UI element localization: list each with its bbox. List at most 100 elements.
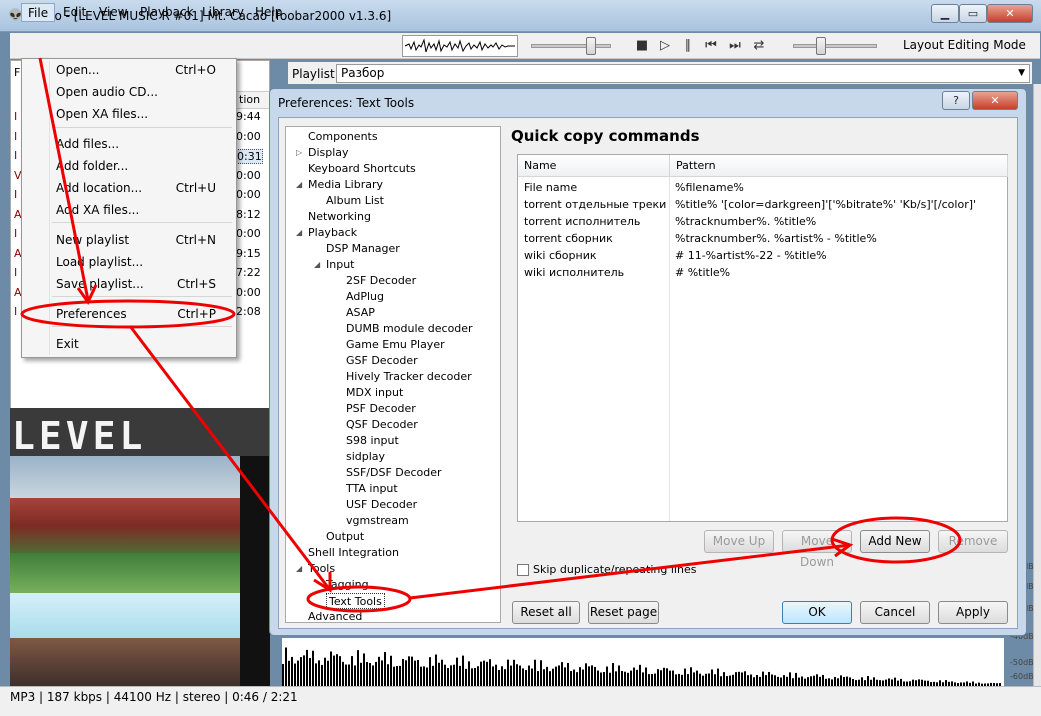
random-icon[interactable]: ⇄ [751,38,767,54]
help-button[interactable]: ? [942,91,970,110]
tree-item[interactable]: Media Library [308,177,383,193]
tree-item[interactable]: PSF Decoder [346,401,416,417]
menu-playback[interactable]: Playback [134,3,200,22]
tree-item[interactable]: DSP Manager [326,241,400,257]
ok-button[interactable]: OK [782,601,852,624]
track-duration[interactable]: 9:44 [236,110,261,123]
tree-item[interactable]: Components [308,129,378,145]
tree-item[interactable]: Networking [308,209,371,225]
tree-item[interactable]: ASAP [346,305,375,321]
file-menu-item[interactable]: Add files... [56,134,216,154]
remove-button[interactable]: Remove [938,530,1008,553]
file-menu-item[interactable]: Add location... Ctrl+U [56,178,216,198]
playlist-dropdown[interactable]: Разбор ▼ [336,64,1030,83]
tree-item[interactable]: Game Emu Player [346,337,445,353]
close-button[interactable]: ✕ [987,4,1033,23]
tree-item[interactable]: Playback [308,225,357,241]
tree-item[interactable]: DUMB module decoder [346,321,473,337]
tree-item[interactable]: Tagging [326,577,369,593]
layout-editing-mode[interactable]: Layout Editing Mode [903,38,1026,52]
track-duration[interactable]: 0:00 [236,286,261,299]
minimize-button[interactable]: ▁ [931,4,959,23]
tree-item[interactable]: MDX input [346,385,403,401]
column-header-pattern[interactable]: Pattern [670,155,1008,177]
stop-icon[interactable]: ■ [634,38,650,54]
tree-item[interactable]: GSF Decoder [346,353,418,369]
file-menu-item[interactable]: Exit [56,334,216,354]
menu-file[interactable]: File [21,3,56,22]
menu-view[interactable]: View [93,3,133,22]
playlist-tab[interactable]: F [14,66,20,79]
command-row[interactable]: torrent исполнитель %tracknumber%. %title… [518,213,1007,230]
track-duration[interactable]: 9:15 [236,247,261,260]
tree-item[interactable]: Shell Integration [308,545,399,561]
file-menu-item[interactable]: Open XA files... [56,104,216,124]
tree-collapse-icon[interactable]: ◢ [296,228,302,237]
reset-page-button[interactable]: Reset page [588,601,659,624]
track-duration[interactable]: 0:00 [236,188,261,201]
track-duration[interactable]: 0:00 [236,169,261,182]
command-row[interactable]: wiki исполнитель # %title% [518,264,1007,281]
tree-item[interactable]: Advanced [308,609,362,622]
add-new-button[interactable]: Add New [860,530,930,553]
move-down-button[interactable]: Move Down [782,530,852,569]
tree-item[interactable]: S98 input [346,433,399,449]
track-duration[interactable]: 0:00 [236,227,261,240]
volume-thumb[interactable] [816,37,826,55]
tree-item[interactable]: 2SF Decoder [346,273,416,289]
column-header-duration[interactable]: tion [236,91,270,109]
file-menu-item[interactable]: Add folder... [56,156,216,176]
file-menu-item[interactable]: Preferences Ctrl+P [56,304,216,324]
tree-item[interactable]: Tools [308,561,335,577]
command-row[interactable]: torrent отдельные треки %title% '[color=d… [518,196,1007,213]
seek-slider[interactable] [531,44,611,48]
track-duration[interactable]: 0:00 [236,130,261,143]
pause-icon[interactable]: ∥ [680,38,696,54]
reset-all-button[interactable]: Reset all [512,601,580,624]
cancel-button[interactable]: Cancel [860,601,930,624]
skip-duplicates-checkbox[interactable] [517,564,529,576]
file-menu-item[interactable]: Open... Ctrl+O [56,60,216,80]
tree-item[interactable]: sidplay [346,449,385,465]
dialog-close-button[interactable]: ✕ [972,91,1018,110]
menu-library[interactable]: Library [196,3,250,22]
tree-collapse-icon[interactable]: ◢ [314,260,320,269]
tree-item[interactable]: Keyboard Shortcuts [308,161,416,177]
tree-item[interactable]: QSF Decoder [346,417,418,433]
tree-item[interactable]: Display [308,145,349,161]
tree-collapse-icon[interactable]: ◢ [296,180,302,189]
maximize-button[interactable]: ▭ [959,4,987,23]
tree-item[interactable]: vgmstream [346,513,409,529]
tree-item[interactable]: Hively Tracker decoder [346,369,472,385]
tree-item[interactable]: SSF/DSF Decoder [346,465,442,481]
file-menu-item[interactable]: Add XA files... [56,200,216,220]
tree-item[interactable]: AdPlug [346,289,384,305]
command-row[interactable]: wiki сборник # 11-%artist%-22 - %title% [518,247,1007,264]
play-icon[interactable]: ▷ [657,38,673,54]
move-up-button[interactable]: Move Up [704,530,774,553]
apply-button[interactable]: Apply [938,601,1008,624]
file-menu-item[interactable]: Open audio CD... [56,82,216,102]
command-row[interactable]: File name %filename% [518,179,1007,196]
track-duration[interactable]: 8:12 [236,208,261,221]
tree-item[interactable]: Output [326,529,364,545]
tree-item[interactable]: Input [326,257,354,273]
tree-item[interactable]: Album List [326,193,384,209]
tree-item[interactable]: TTA input [346,481,398,497]
tree-item[interactable]: USF Decoder [346,497,417,513]
previous-icon[interactable]: ⏮ [703,38,719,54]
track-duration[interactable]: 2:08 [236,305,261,318]
file-menu-item[interactable]: Load playlist... [56,252,216,272]
track-duration[interactable]: 7:22 [236,266,261,279]
menu-edit[interactable]: Edit [57,3,92,22]
file-menu-item[interactable]: Save playlist... Ctrl+S [56,274,216,294]
column-header-name[interactable]: Name [518,155,670,177]
tree-item[interactable]: Text Tools [326,593,385,609]
tree-collapse-icon[interactable]: ◢ [296,564,302,573]
volume-slider[interactable] [793,44,877,48]
next-icon[interactable]: ⏭ [727,38,743,54]
file-menu-item[interactable]: New playlist Ctrl+N [56,230,216,250]
track-duration[interactable]: 0:31 [236,149,263,164]
tree-expand-icon[interactable]: ▷ [296,148,302,157]
chevron-down-icon[interactable]: ▼ [1018,65,1025,82]
